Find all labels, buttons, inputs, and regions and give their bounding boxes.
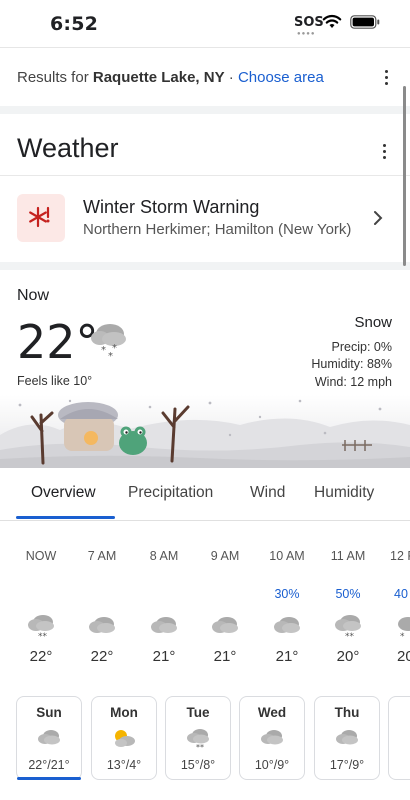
day-card-tue[interactable]: Tue ** 15°/8°	[165, 696, 231, 780]
hour-label: 8 AM	[149, 549, 179, 563]
svg-text:**: **	[38, 632, 48, 642]
cloud-icon	[274, 617, 300, 633]
wifi-icon	[322, 14, 342, 28]
hour-label: 12 P	[390, 549, 410, 563]
hour-temp: 20°	[336, 648, 360, 665]
weather-more-icon[interactable]	[383, 144, 387, 162]
wind-stat: Wind: 12 mph	[314, 375, 392, 389]
weather-title: Weather	[17, 133, 119, 163]
location-name: Raquette Lake, NY	[92, 69, 225, 86]
results-prefix: Results for	[17, 69, 89, 86]
day-temps: 10°/9°	[254, 758, 290, 772]
snow-cloud-icon: * **	[91, 324, 126, 360]
tab-humidity[interactable]: Humidity	[314, 484, 374, 502]
hour-label: NOW	[25, 549, 57, 563]
cloud-icon	[151, 617, 177, 633]
tab-overview[interactable]: Overview	[31, 484, 96, 502]
separator: ·	[228, 69, 234, 86]
snow-cloud-icon: **	[166, 727, 230, 756]
day-temps: 17°/9°	[329, 758, 365, 772]
day-card-mon[interactable]: Mon 13°/4°	[91, 696, 157, 780]
day-card-partial[interactable]	[388, 696, 410, 780]
sos-indicator: SOS	[294, 15, 324, 30]
active-tab-indicator	[16, 516, 115, 519]
alert-subtitle: Northern Herkimer; Hamilton (New York)	[83, 221, 352, 238]
weather-illustration	[0, 395, 410, 468]
active-day-indicator	[17, 777, 81, 780]
cloud-icon	[315, 727, 379, 752]
divider	[0, 175, 410, 176]
day-temps: 15°/8°	[180, 758, 216, 772]
hour-label: 9 AM	[210, 549, 240, 563]
hour-label: 7 AM	[87, 549, 117, 563]
weather-tabs: Overview Precipitation Wind Humidity	[0, 468, 410, 521]
results-text: Results for Raquette Lake, NY · Choose a…	[17, 69, 324, 86]
hour-precip: 50%	[335, 587, 361, 601]
hour-precip: 30%	[274, 587, 300, 601]
condition-label: Snow	[354, 314, 392, 331]
now-label: Now	[17, 287, 50, 304]
section-gap	[0, 262, 410, 270]
choose-area-link[interactable]: Choose area	[238, 69, 324, 86]
hour-temp: 20	[397, 648, 410, 665]
day-card-thu[interactable]: Thu 17°/9°	[314, 696, 380, 780]
day-name: Tue	[186, 705, 210, 720]
results-bar: Results for Raquette Lake, NY · Choose a…	[0, 47, 410, 108]
status-time: 6:52	[50, 13, 99, 35]
day-card-wed[interactable]: Wed 10°/9°	[239, 696, 305, 780]
hour-temp: 22°	[90, 648, 114, 665]
signal-dots-icon: ●●●●	[297, 31, 316, 37]
hour-precip: 40	[394, 587, 408, 601]
hour-label: 10 AM	[269, 549, 305, 563]
alert-title: Winter Storm Warning	[83, 197, 260, 217]
svg-text:*: *	[108, 351, 113, 360]
results-more-icon[interactable]	[385, 70, 389, 88]
day-name: Mon	[110, 705, 138, 720]
humidity-stat: Humidity: 88%	[311, 357, 392, 371]
svg-text:*: *	[101, 345, 106, 356]
svg-text:**: **	[196, 743, 204, 751]
day-name: Wed	[257, 705, 287, 720]
partly-sunny-icon	[92, 727, 156, 754]
status-bar: 6:52 SOS ●●●●	[0, 0, 410, 46]
feels-like: Feels like 10°	[17, 374, 93, 388]
current-temperature: 22°	[17, 315, 99, 369]
hour-temp: 21°	[152, 648, 176, 665]
day-name: Thu	[334, 705, 360, 720]
svg-text:*: *	[400, 632, 405, 642]
tab-precipitation[interactable]: Precipitation	[128, 484, 213, 502]
tab-wind[interactable]: Wind	[250, 484, 285, 502]
snow-cloud-icon: **	[28, 615, 54, 642]
day-card-sun[interactable]: Sun 22°/21°	[16, 696, 82, 780]
hour-temp: 21°	[213, 648, 237, 665]
cloud-icon	[240, 727, 304, 752]
hour-temp: 21°	[275, 648, 299, 665]
precip-stat: Precip: 0%	[331, 340, 392, 354]
cloud-icon	[17, 727, 81, 752]
snow-cloud-icon: **	[335, 615, 361, 642]
scrollbar[interactable]	[403, 86, 406, 266]
battery-icon	[350, 15, 380, 29]
snow-cloud-icon: *	[398, 617, 410, 642]
hour-label: 11 AM	[330, 549, 366, 563]
cloud-icon	[89, 617, 115, 633]
day-temps: 13°/4°	[106, 758, 142, 772]
chevron-right-icon[interactable]	[372, 210, 384, 226]
cloud-icon	[212, 617, 238, 633]
storm-alert-icon	[17, 194, 65, 242]
svg-text:**: **	[345, 632, 355, 642]
hour-temp: 22°	[29, 648, 53, 665]
day-name: Sun	[36, 705, 62, 720]
day-temps: 22°/21°	[28, 758, 70, 772]
section-gap	[0, 106, 410, 114]
